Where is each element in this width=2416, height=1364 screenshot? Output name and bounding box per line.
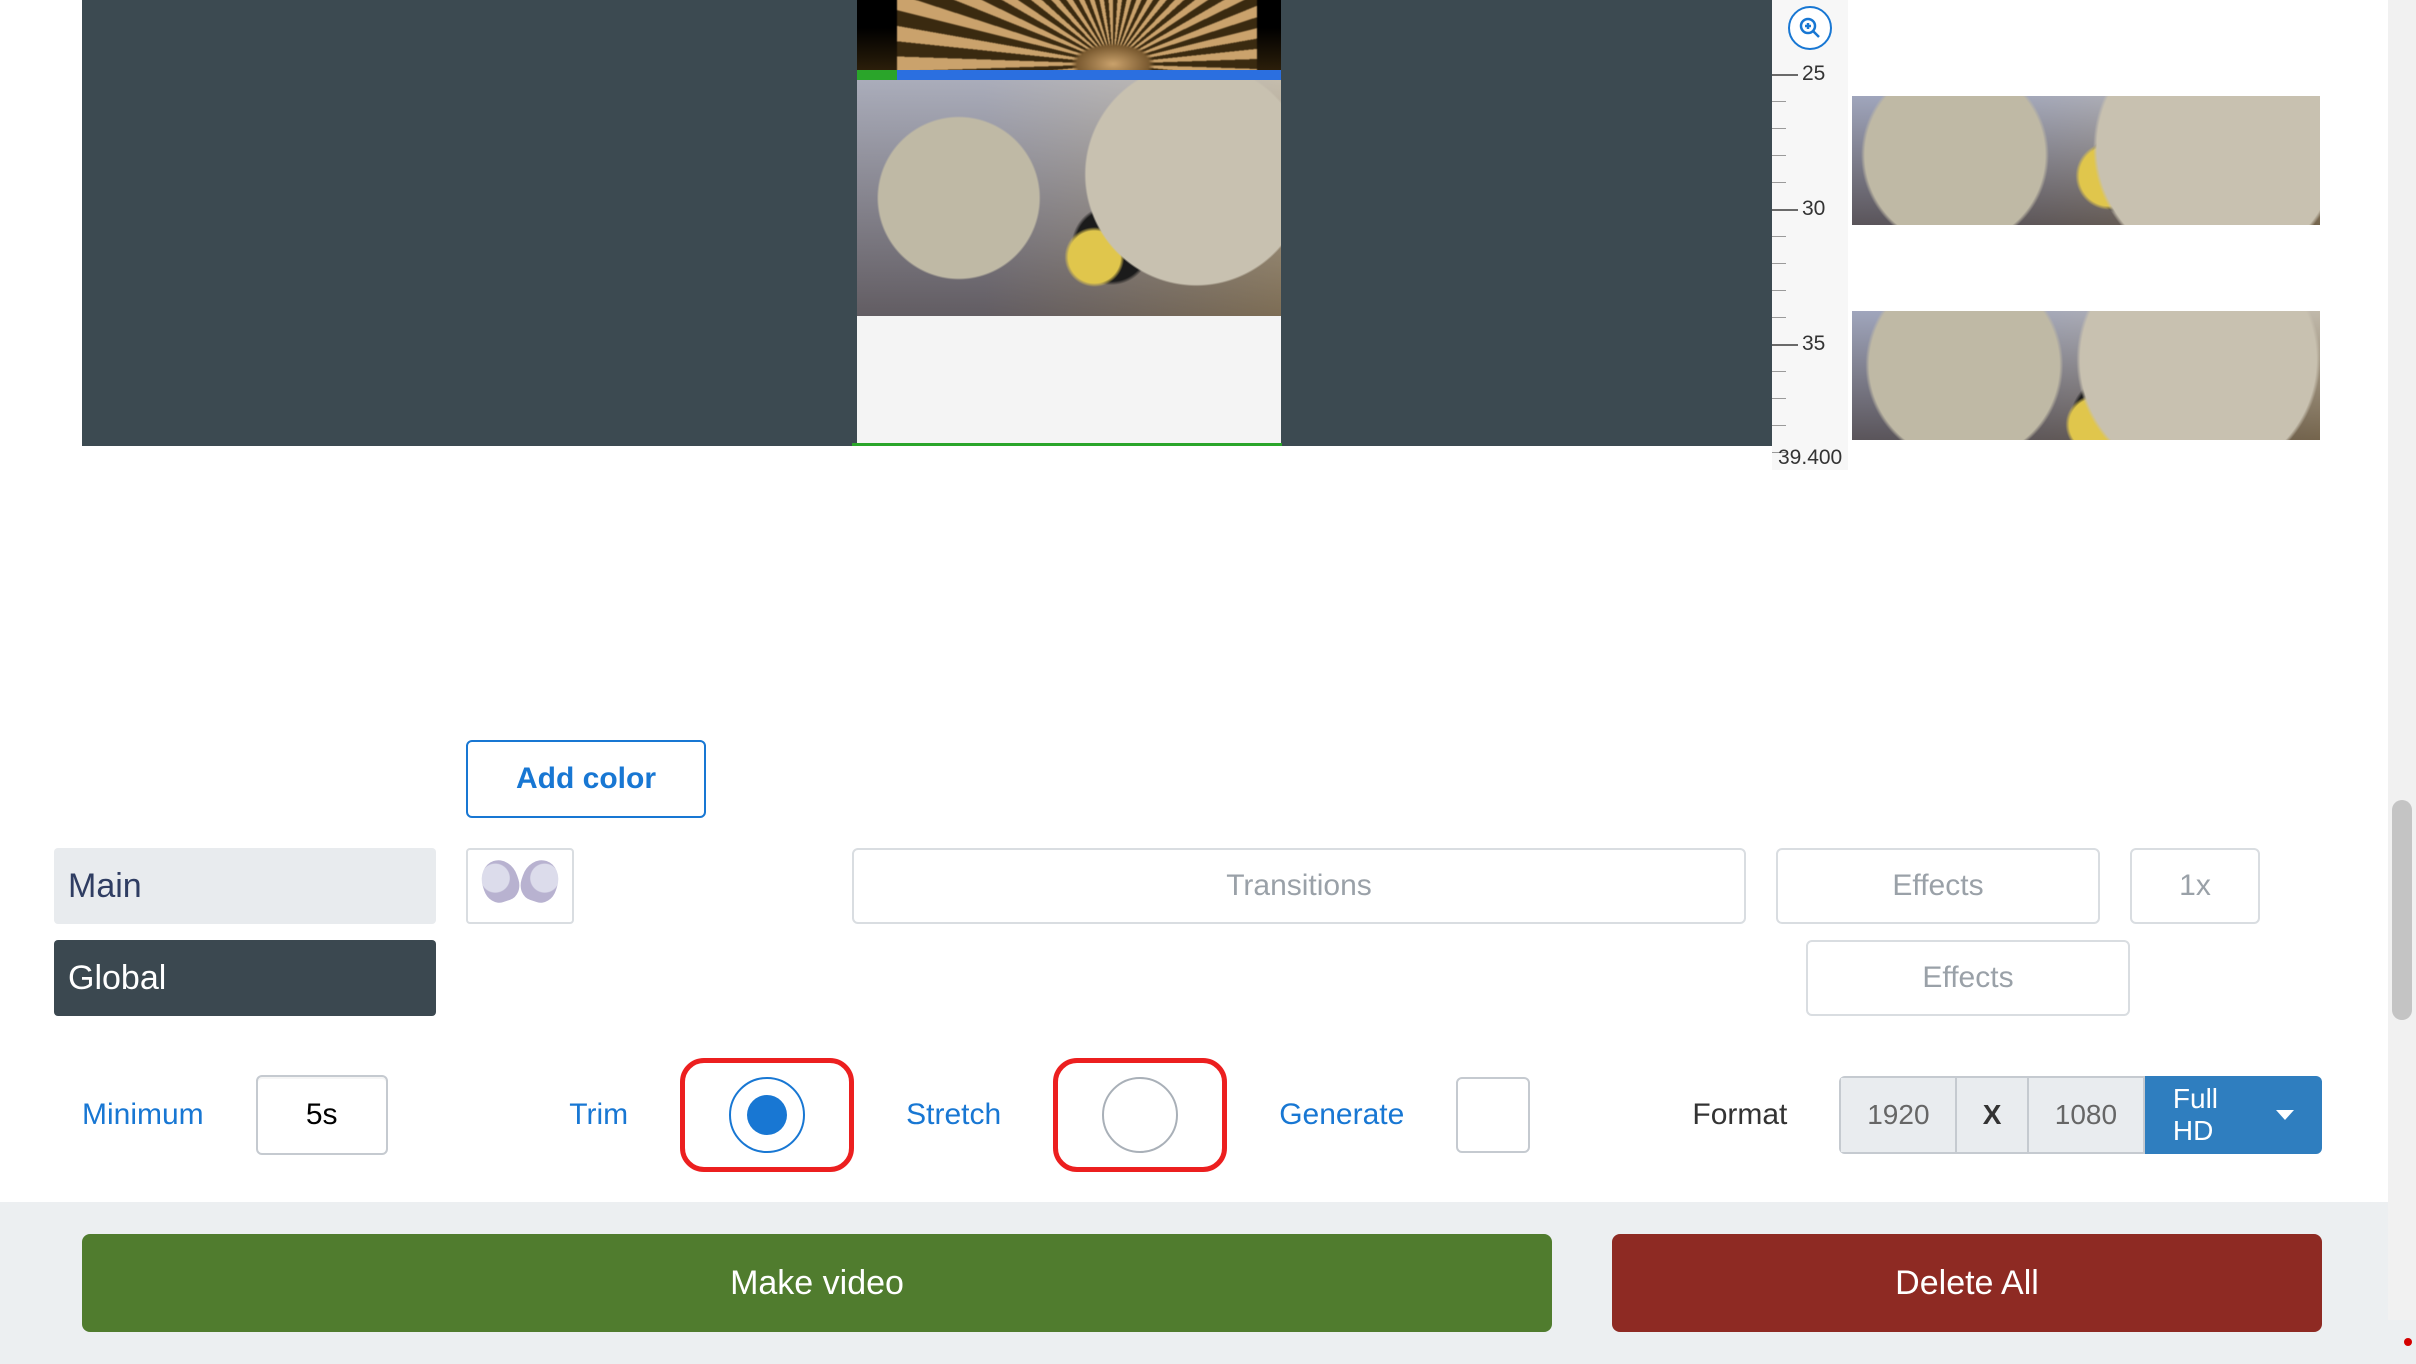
track-global-label[interactable]: Global: [54, 940, 436, 1016]
format-group: 1920 X 1080 Full HD: [1839, 1076, 2322, 1154]
scrollbar[interactable]: [2388, 0, 2416, 1320]
ruler-tick-label: 25: [1802, 62, 1825, 86]
minimum-input[interactable]: [256, 1075, 388, 1155]
format-width-input[interactable]: 1920: [1839, 1076, 1957, 1154]
effects-box[interactable]: Effects: [1776, 848, 2100, 924]
trim-highlight: [680, 1058, 854, 1172]
format-label: Format: [1692, 1098, 1787, 1132]
butterfly-icon: [480, 856, 560, 916]
format-preset-label: Full HD: [2173, 1083, 2262, 1147]
trim-radio[interactable]: [729, 1077, 805, 1153]
ruler-tick-label: 30: [1802, 197, 1825, 221]
clip-thumbnail-bottom: [857, 316, 1281, 446]
time-ruler: 25 30 35 39.400: [1772, 0, 1848, 470]
generate-checkbox[interactable]: [1456, 1077, 1530, 1153]
trim-label: Trim: [569, 1098, 628, 1132]
preview-canvas[interactable]: [82, 0, 1772, 446]
format-height-input[interactable]: 1080: [2027, 1076, 2145, 1154]
chevron-down-icon: [2276, 1110, 2294, 1120]
ruler-tick-label: 35: [1802, 332, 1825, 356]
effects-box[interactable]: Effects: [1806, 940, 2130, 1016]
clip-thumbnail-middle: [857, 80, 1281, 316]
frame-thumbnail[interactable]: [1852, 96, 2320, 225]
make-video-button[interactable]: Make video: [82, 1234, 1552, 1332]
format-x: X: [1957, 1076, 2027, 1154]
minimum-label: Minimum: [82, 1098, 204, 1132]
generate-label: Generate: [1279, 1098, 1404, 1132]
speed-box[interactable]: 1x: [2130, 848, 2260, 924]
clip-slot[interactable]: [466, 848, 574, 924]
format-preset-dropdown[interactable]: Full HD: [2145, 1076, 2322, 1154]
ruler-tick-label: 39.400: [1778, 446, 1842, 470]
clip-thumbnail-top: [857, 0, 1281, 70]
zoom-in-icon[interactable]: [1788, 6, 1832, 50]
frame-thumbnail[interactable]: [1852, 311, 2320, 440]
recording-indicator-icon: [2404, 1338, 2412, 1346]
delete-all-button[interactable]: Delete All: [1612, 1234, 2322, 1332]
timeline-bar[interactable]: [857, 70, 1281, 80]
stretch-radio[interactable]: [1102, 1077, 1178, 1153]
transitions-box[interactable]: Transitions: [852, 848, 1746, 924]
stretch-highlight: [1053, 1058, 1227, 1172]
track-main-label[interactable]: Main: [54, 848, 436, 924]
stretch-label: Stretch: [906, 1098, 1001, 1132]
add-color-button[interactable]: Add color: [466, 740, 706, 818]
scrollbar-thumb[interactable]: [2392, 800, 2412, 1020]
